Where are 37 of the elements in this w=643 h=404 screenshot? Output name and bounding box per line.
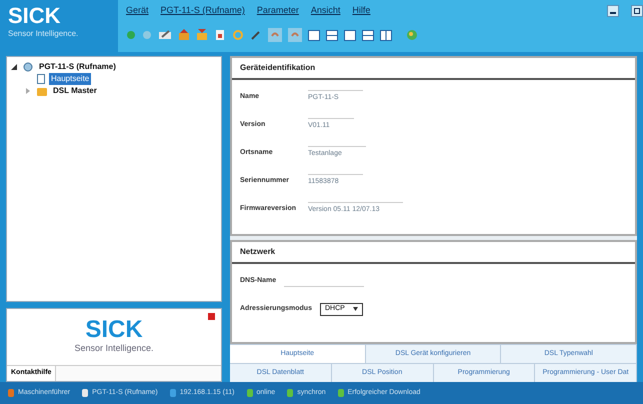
section-title: Geräteidentifikation: [240, 62, 316, 74]
layout-icon[interactable]: [362, 30, 374, 40]
dropdown-arrow-icon[interactable]: [352, 307, 358, 311]
menu-item[interactable]: Gerät: [126, 4, 149, 18]
logo-tagline: Sensor Intelligence.: [8, 28, 78, 40]
status-icon: [246, 389, 253, 397]
device-icon: [23, 62, 33, 72]
sick-logo: SICK: [8, 4, 61, 28]
menu-item[interactable]: PGT-11-S (Rufname): [160, 4, 245, 18]
section-title: Netzwerk: [240, 246, 276, 258]
download-icon[interactable]: [196, 29, 208, 41]
document-icon[interactable]: [214, 29, 226, 41]
maximize-button[interactable]: [631, 5, 643, 17]
folder-icon: [37, 86, 47, 96]
tree-item[interactable]: DSL Master: [51, 85, 99, 97]
status-icon: [82, 389, 88, 397]
menu-item[interactable]: Ansicht: [310, 4, 340, 18]
layout-icon[interactable]: [308, 30, 320, 40]
pencil-icon[interactable]: [158, 29, 172, 41]
contact-field[interactable]: [55, 366, 221, 381]
minimize-button[interactable]: [607, 5, 619, 17]
page-icon: [37, 74, 45, 84]
status-icon: [8, 389, 14, 397]
tree-item[interactable]: PGT-11-S (Rufname): [37, 61, 118, 73]
sick-logo: SICK: [85, 318, 143, 342]
logo-tagline: Sensor Intelligence.: [74, 342, 154, 356]
status-icon: [338, 389, 344, 397]
menu-item[interactable]: Parameter: [256, 4, 299, 18]
layout-icon[interactable]: [380, 30, 392, 40]
layout-icon[interactable]: [344, 30, 356, 40]
menu-item[interactable]: Hilfe: [352, 4, 370, 18]
upload-icon[interactable]: [178, 29, 190, 41]
status-icon: [287, 389, 294, 397]
expander-icon[interactable]: [11, 64, 19, 70]
layout-icon[interactable]: [326, 30, 338, 40]
tree-item[interactable]: Hauptseite: [49, 73, 92, 85]
status-icon: [170, 389, 176, 397]
